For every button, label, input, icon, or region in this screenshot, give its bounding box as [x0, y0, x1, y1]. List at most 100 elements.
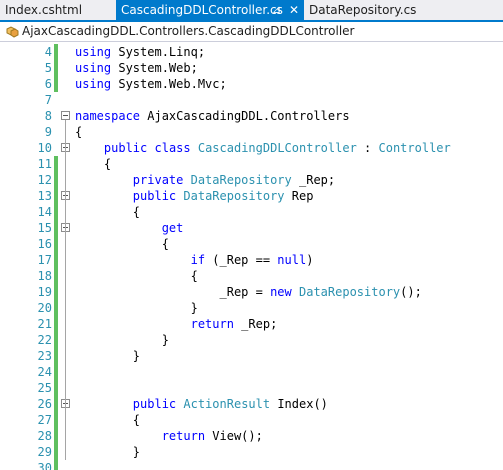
code-token: _Rep =: [75, 285, 271, 299]
code-text: return _Rep;: [75, 316, 278, 332]
line-number: 12: [37, 173, 52, 187]
pin-icon[interactable]: ⊿: [272, 0, 281, 20]
code-token: AjaxCascadingDDL.Controllers: [140, 109, 350, 123]
keyword-token: new: [270, 285, 292, 299]
close-icon[interactable]: ✕: [289, 0, 299, 20]
change-marker: [54, 156, 58, 172]
keyword-token: if: [190, 253, 206, 267]
keyword-token: public: [132, 189, 177, 203]
code-text: using System.Web.Mvc;: [75, 76, 227, 92]
code-line: 8 namespace AjaxCascadingDDL.Controllers: [0, 108, 503, 124]
code-line: 26 public ActionResult Index(): [0, 396, 503, 412]
code-token: {: [75, 205, 141, 219]
type-token: Controller: [378, 141, 451, 155]
code-line: 13 public DataRepository Rep: [0, 188, 503, 204]
type-token: DataRepository: [190, 173, 292, 187]
code-token: {: [75, 413, 141, 427]
line-number: 15: [37, 221, 52, 235]
code-token: }: [75, 333, 169, 347]
code-token: System.Web;: [111, 61, 198, 75]
type-token: ActionResult: [183, 397, 271, 411]
code-token: ): [306, 253, 314, 267]
code-token: }: [75, 301, 198, 315]
change-marker: [54, 268, 58, 284]
code-text: using System.Web;: [75, 60, 198, 76]
code-text: using System.Linq;: [75, 44, 205, 60]
line-number: 6: [44, 77, 52, 91]
keyword-token: null: [277, 253, 307, 267]
code-text: {: [75, 156, 111, 172]
code-text: {: [75, 412, 140, 428]
code-line: 29 }: [0, 444, 503, 460]
line-number: 14: [37, 205, 52, 219]
change-marker: [54, 316, 58, 332]
document-tab-bar: Index.cshtml CascadingDDLController.cs ⊿…: [0, 0, 503, 22]
keyword-token: return: [161, 429, 206, 443]
keyword-token: using: [75, 77, 112, 91]
code-text: {: [75, 124, 82, 140]
type-token: DataRepository: [299, 285, 401, 299]
line-number: 17: [37, 253, 52, 267]
code-text: private DataRepository _Rep;: [75, 172, 335, 188]
code-token: ();: [400, 285, 422, 299]
code-line: 5 using System.Web;: [0, 60, 503, 76]
navigation-bar[interactable]: AjaxCascadingDDL.Controllers.CascadingDD…: [0, 22, 503, 42]
code-token: System.Web.Mvc;: [111, 77, 227, 91]
change-marker: [54, 188, 58, 204]
code-text: public ActionResult Index(): [75, 396, 328, 412]
line-number: 18: [37, 269, 52, 283]
code-line: 20 }: [0, 300, 503, 316]
tab-index-cshtml[interactable]: Index.cshtml: [0, 0, 116, 20]
code-text: if (_Rep == null): [75, 252, 314, 268]
code-token: :: [356, 141, 379, 155]
code-token: }: [75, 445, 141, 459]
line-number: 16: [37, 237, 52, 251]
code-line: 17 if (_Rep == null): [0, 252, 503, 268]
code-editor[interactable]: 4 using System.Linq; 5 using System.Web; 6 us…: [0, 42, 503, 470]
code-text: get: [75, 220, 184, 236]
code-text: {: [75, 204, 140, 220]
tab-datarepository-cs[interactable]: DataRepository.cs: [304, 0, 444, 20]
line-number: 29: [37, 445, 52, 459]
code-text: return View();: [75, 428, 263, 444]
change-marker: [54, 348, 58, 364]
line-number: 24: [37, 365, 52, 379]
code-token: _Rep;: [233, 317, 278, 331]
code-token: View();: [205, 429, 263, 443]
code-line: 27 {: [0, 412, 503, 428]
type-dropdown-label: AjaxCascadingDDL.Controllers.CascadingDD…: [22, 24, 355, 38]
change-marker: [54, 60, 58, 76]
change-marker: [54, 172, 58, 188]
line-number: 19: [37, 285, 52, 299]
keyword-token: class: [154, 141, 191, 155]
code-line: 10 public class CascadingDDLController :…: [0, 140, 503, 156]
keyword-token: using: [75, 45, 112, 59]
code-text: }: [75, 348, 140, 364]
tab-label: DataRepository.cs: [309, 3, 417, 17]
code-line: 25: [0, 380, 503, 396]
code-text: }: [75, 300, 198, 316]
change-marker: [54, 380, 58, 396]
tab-cascadingddlcontroller-cs[interactable]: CascadingDDLController.cs ⊿ ✕: [116, 0, 304, 20]
collapse-icon[interactable]: [61, 111, 70, 120]
line-number: 25: [37, 381, 52, 395]
line-number: 8: [44, 109, 52, 123]
change-marker: [54, 428, 58, 444]
keyword-token: using: [75, 61, 112, 75]
code-token: (_Rep ==: [205, 253, 278, 267]
line-number: 13: [37, 189, 52, 203]
keyword-token: public: [132, 397, 177, 411]
line-number: 26: [37, 397, 52, 411]
change-marker: [54, 364, 58, 380]
keyword-token: get: [161, 221, 184, 235]
code-line: 11 {: [0, 156, 503, 172]
change-marker: [54, 44, 58, 60]
